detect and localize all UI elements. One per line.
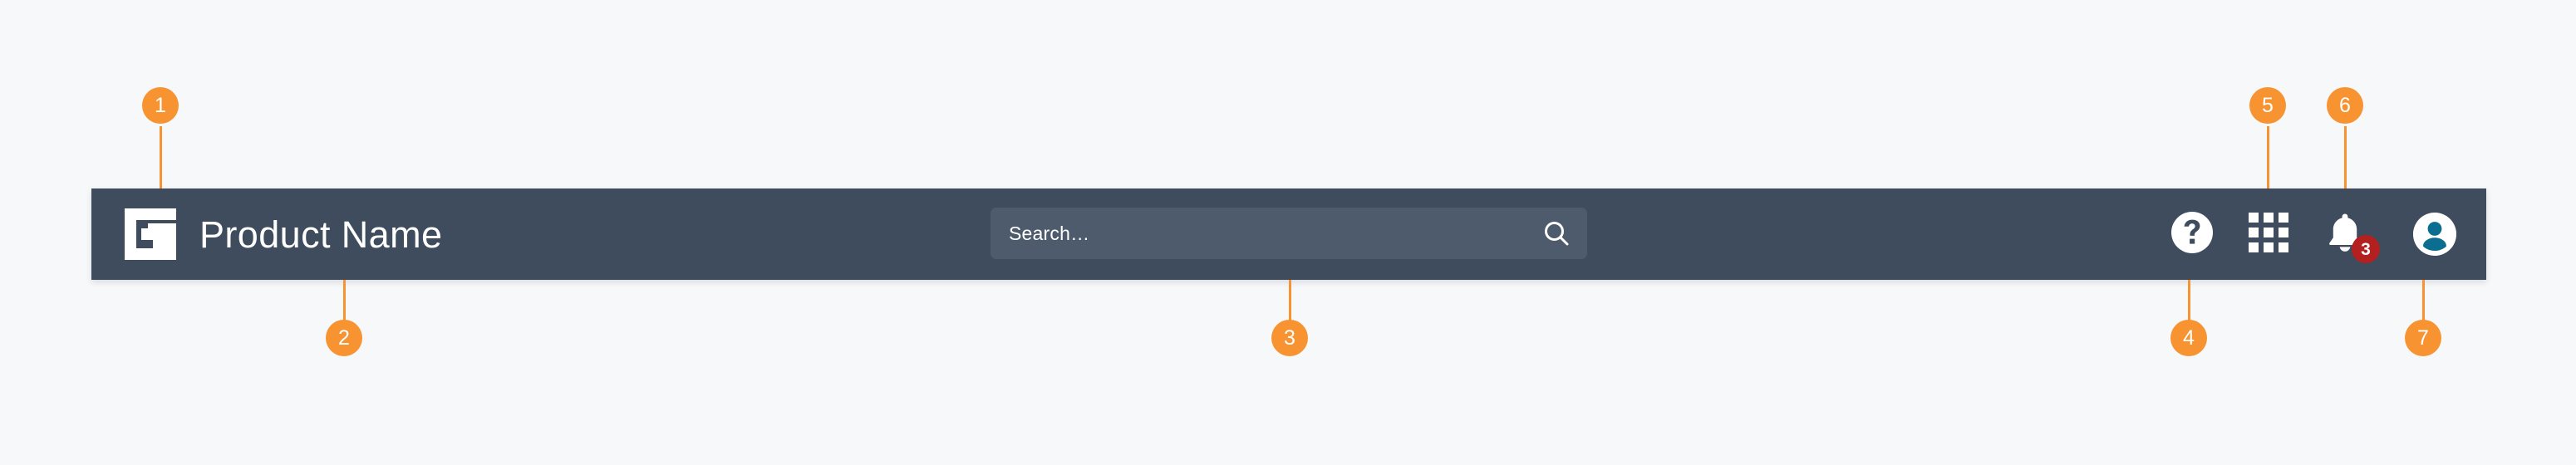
search-icon[interactable] (1531, 208, 1582, 259)
notification-badge: 3 (2352, 235, 2380, 263)
page-title: Product Name (199, 213, 443, 256)
callout-6-line (2343, 126, 2347, 188)
callout-1-bubble: 1 (142, 87, 179, 124)
user-avatar-icon (2413, 213, 2456, 256)
callout-3-line (1288, 280, 1291, 321)
header-actions: 3 (2154, 188, 2486, 280)
callout-6-bubble: 6 (2327, 87, 2363, 124)
brand-area[interactable]: Product Name (125, 188, 442, 280)
callout-1-line (159, 126, 162, 188)
screenshot-canvas: Product Name Search… 3 1 2 3 4 5 6 7 (0, 0, 2576, 465)
callout-2-line (342, 280, 346, 321)
callout-7-bubble: 7 (2405, 320, 2441, 356)
help-button[interactable] (2154, 188, 2230, 280)
callout-4-line (2187, 280, 2190, 321)
callout-2-bubble: 2 (326, 320, 362, 356)
global-header-bar: Product Name Search… 3 (91, 188, 2486, 280)
app-launcher-button[interactable] (2230, 188, 2307, 280)
callout-4-bubble: 4 (2170, 320, 2207, 356)
callout-3-bubble: 3 (1271, 320, 1308, 356)
help-circle-icon (2171, 211, 2213, 257)
callout-5-line (2266, 126, 2269, 188)
callout-7-line (2421, 280, 2425, 321)
search-box[interactable] (991, 208, 1587, 259)
profile-button[interactable] (2383, 188, 2486, 280)
callout-5-bubble: 5 (2249, 87, 2286, 124)
square-spiral-g-logo-icon[interactable] (125, 208, 176, 260)
grid-apps-icon (2249, 212, 2288, 257)
search-input[interactable] (991, 208, 1531, 259)
notifications-button[interactable]: 3 (2307, 188, 2383, 280)
